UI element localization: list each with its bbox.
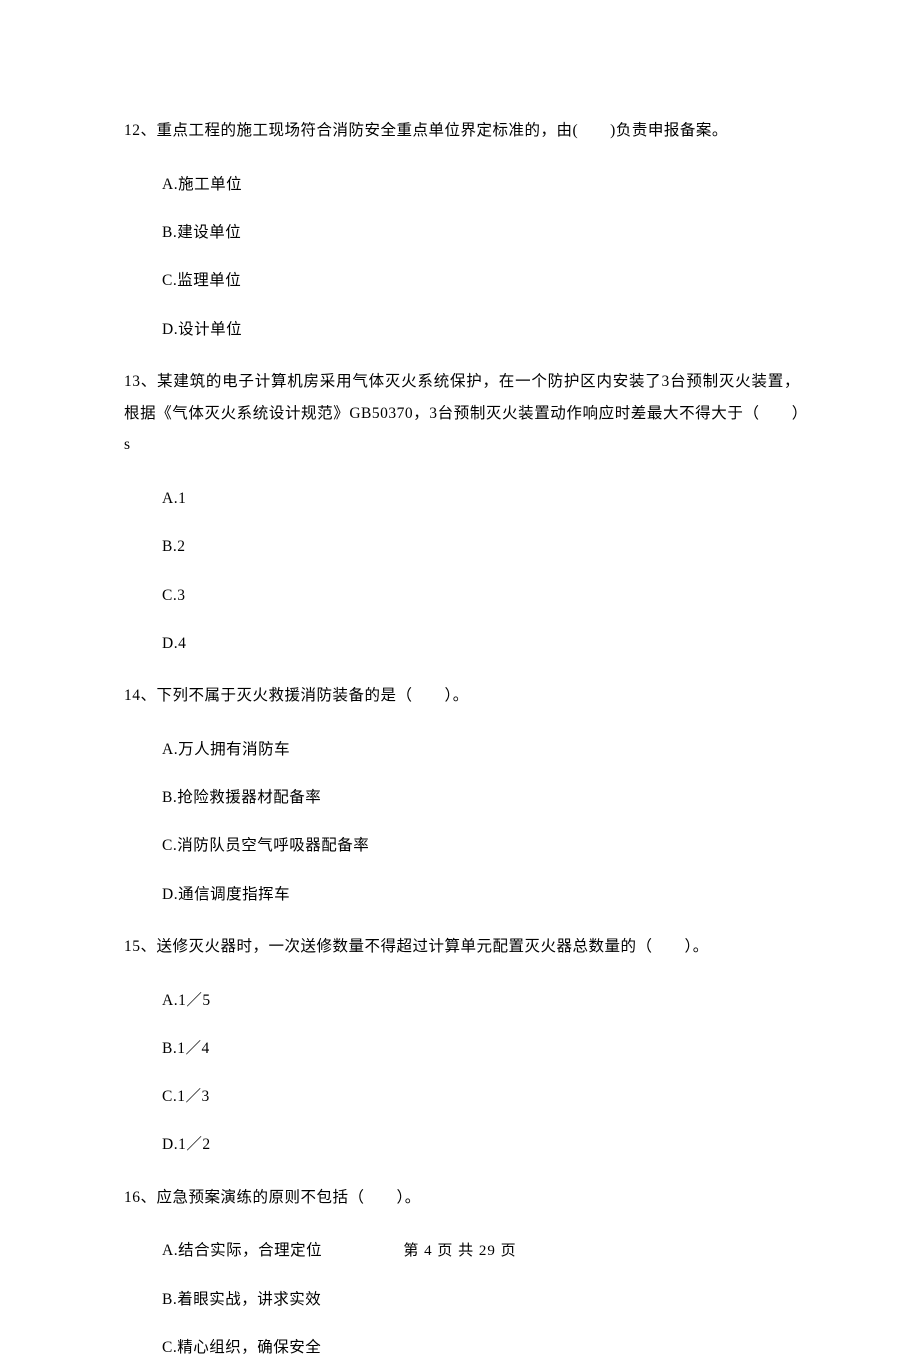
question: 15、送修灭火器时，一次送修数量不得超过计算单元配置灭火器总数量的（ ）。 A.1…: [124, 931, 800, 1157]
question-option: D.设计单位: [124, 318, 800, 341]
question-option: D.通信调度指挥车: [124, 883, 800, 906]
question-stem: 14、下列不属于灭火救援消防装备的是（ ）。: [124, 680, 800, 712]
question-option: B.2: [124, 535, 800, 558]
question-option: C.监理单位: [124, 269, 800, 292]
question: 13、某建筑的电子计算机房采用气体灭火系统保护，在一个防护区内安装了3台预制灭火…: [124, 366, 800, 655]
question-option: B.着眼实战，讲求实效: [124, 1288, 800, 1311]
question-option: D.1／2: [124, 1133, 800, 1156]
question-option: C.消防队员空气呼吸器配备率: [124, 834, 800, 857]
page-footer: 第 4 页 共 29 页: [0, 1240, 920, 1263]
question-option: D.4: [124, 632, 800, 655]
question: 16、应急预案演练的原则不包括（ ）。A.结合实际，合理定位B.着眼实战，讲求实…: [124, 1182, 800, 1359]
question-stem: 12、重点工程的施工现场符合消防安全重点单位界定标准的，由( )负责申报备案。: [124, 115, 800, 147]
question-option: A.万人拥有消防车: [124, 738, 800, 761]
question: 12、重点工程的施工现场符合消防安全重点单位界定标准的，由( )负责申报备案。 A…: [124, 115, 800, 341]
question-option: C.3: [124, 584, 800, 607]
question-option: B.建设单位: [124, 221, 800, 244]
question: 14、下列不属于灭火救援消防装备的是（ ）。 A.万人拥有消防车 B.抢险救援器材配…: [124, 680, 800, 906]
question-option: A.1／5: [124, 989, 800, 1012]
question-option: B.1／4: [124, 1037, 800, 1060]
question-stem: 13、某建筑的电子计算机房采用气体灭火系统保护，在一个防护区内安装了3台预制灭火…: [124, 366, 800, 461]
page-content: 12、重点工程的施工现场符合消防安全重点单位界定标准的，由( )负责申报备案。 A…: [0, 0, 920, 1359]
question-option: A.施工单位: [124, 173, 800, 196]
question-option: C.1／3: [124, 1085, 800, 1108]
question-option: C.精心组织，确保安全: [124, 1336, 800, 1359]
question-stem: 16、应急预案演练的原则不包括（ ）。: [124, 1182, 800, 1214]
question-option: A.1: [124, 487, 800, 510]
question-stem: 15、送修灭火器时，一次送修数量不得超过计算单元配置灭火器总数量的（ ）。: [124, 931, 800, 963]
question-option: B.抢险救援器材配备率: [124, 786, 800, 809]
